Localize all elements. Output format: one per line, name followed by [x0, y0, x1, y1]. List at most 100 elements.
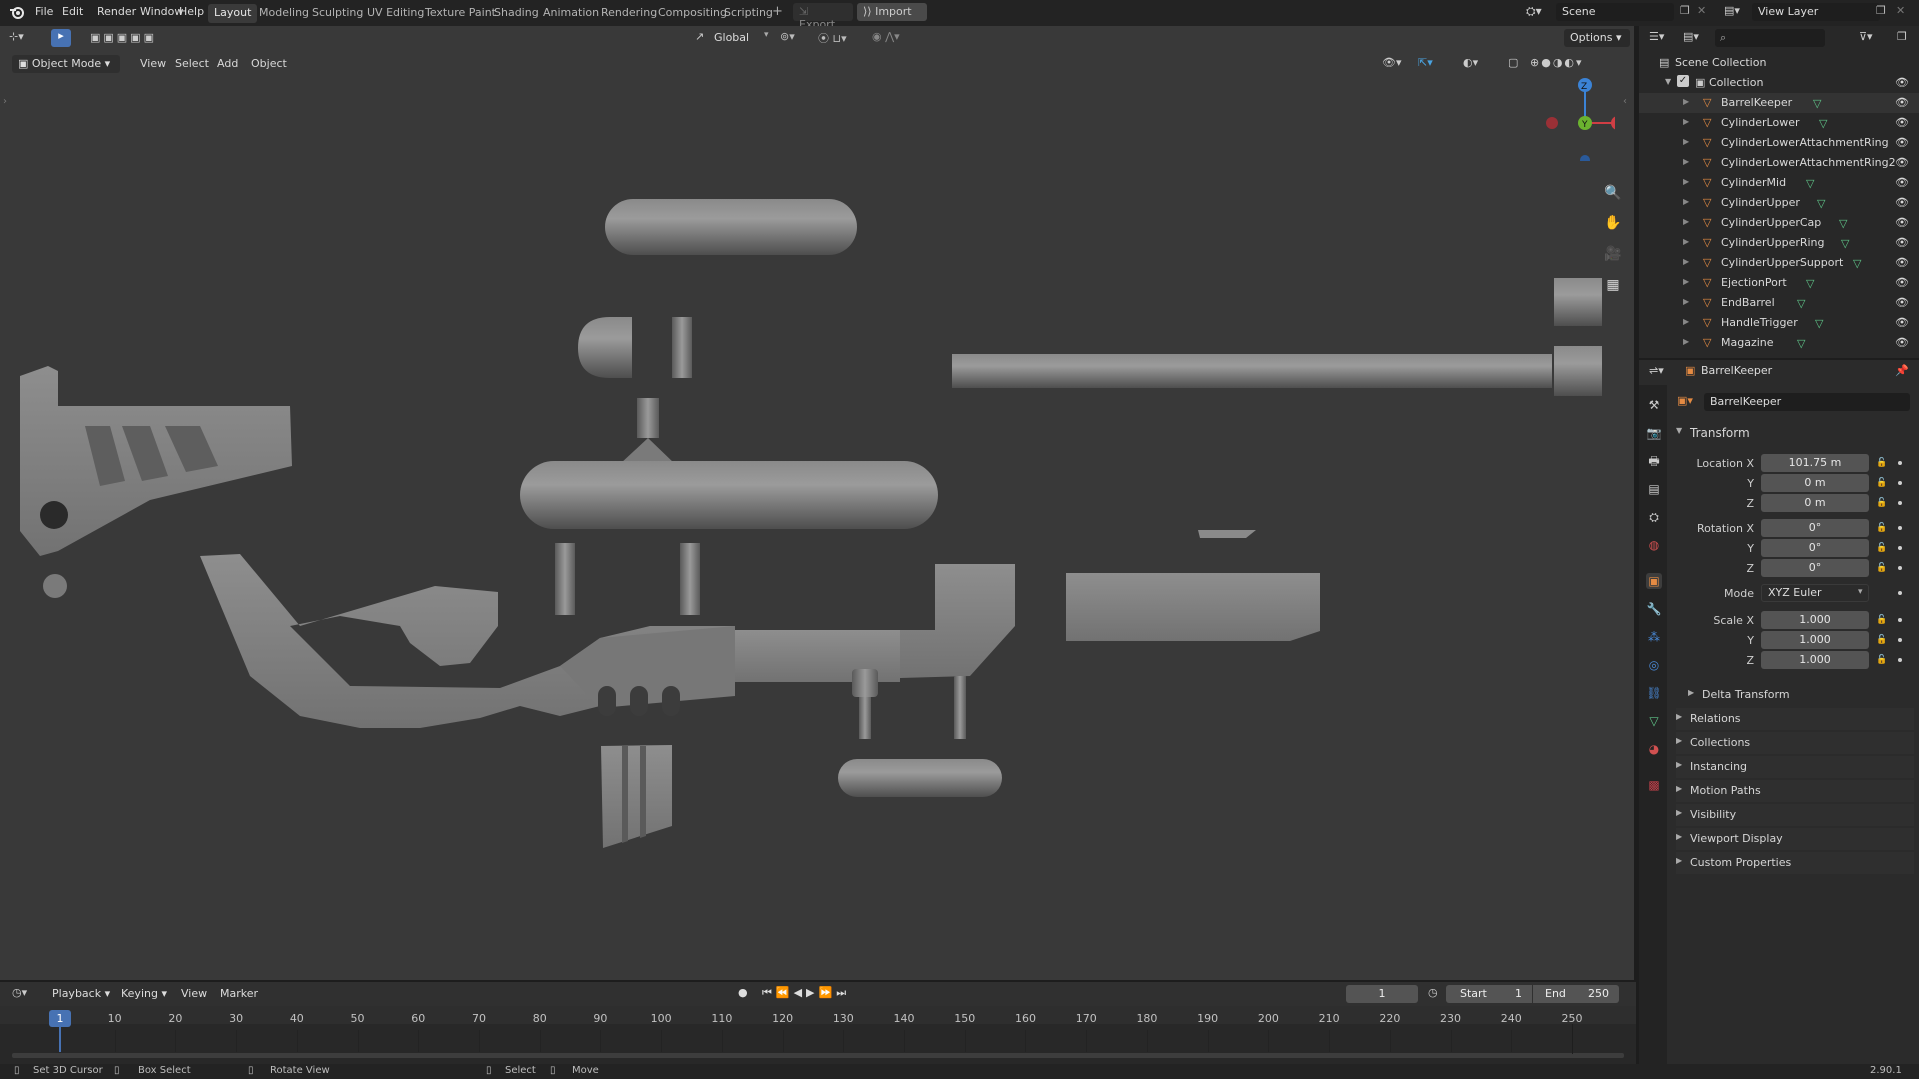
proportional-edit-icon[interactable]: ◉ ⋀▾: [872, 30, 900, 43]
end-frame-field[interactable]: End 250: [1533, 985, 1619, 1003]
mode-dropdown[interactable]: ▣ Object Mode ▾: [12, 55, 120, 73]
data-tab-icon[interactable]: ▽: [1646, 713, 1662, 729]
keyframe-dot-icon[interactable]: [1898, 546, 1902, 550]
clock-icon[interactable]: ◷: [1428, 986, 1438, 999]
outliner-item[interactable]: ▶ ▽ CylinderMid ▽ 👁: [1639, 173, 1919, 193]
eye-icon[interactable]: 👁: [1895, 296, 1909, 309]
new-scene-icon[interactable]: ❐: [1680, 4, 1690, 17]
keyframe-dot-icon[interactable]: [1898, 591, 1902, 595]
timeline-menu-keying[interactable]: Keying ▾: [121, 987, 167, 1000]
mesh-data-icon[interactable]: ▽: [1806, 277, 1814, 290]
outliner-item[interactable]: ▶ ▽ EndBarrel ▽ 👁: [1639, 293, 1919, 313]
world-tab-icon[interactable]: ◍: [1646, 537, 1662, 553]
viewport-menu-select[interactable]: Select: [169, 55, 215, 73]
keyframe-dot-icon[interactable]: [1898, 638, 1902, 642]
outliner-item[interactable]: ▶ ▽ CylinderLowerAttachmentRing 👁: [1639, 133, 1919, 153]
keyframe-dot-icon[interactable]: [1898, 526, 1902, 530]
rotation-z-field[interactable]: 0°: [1761, 559, 1869, 577]
expand-icon[interactable]: ▶: [1683, 97, 1689, 106]
lock-icon[interactable]: 🔓: [1876, 478, 1887, 488]
transform-panel-header[interactable]: ▼ Transform: [1676, 422, 1914, 444]
eye-icon[interactable]: 👁: [1895, 136, 1909, 149]
mesh-data-icon[interactable]: ▽: [1797, 337, 1805, 350]
mesh-data-icon[interactable]: ▽: [1815, 317, 1823, 330]
expand-icon[interactable]: ▶: [1683, 237, 1689, 246]
view-layer-tab-icon[interactable]: ▤: [1646, 481, 1662, 497]
scale-x-field[interactable]: 1.000: [1761, 611, 1869, 629]
rotation-y-field[interactable]: 0°: [1761, 539, 1869, 557]
mesh-data-icon[interactable]: ▽: [1797, 297, 1805, 310]
viewport-display-panel[interactable]: ▶ Viewport Display: [1676, 828, 1914, 850]
object-name-field[interactable]: BarrelKeeper: [1704, 393, 1910, 411]
import-button[interactable]: ⟩⟩ Import: [857, 3, 927, 21]
constraints-tab-icon[interactable]: ⛓: [1646, 685, 1662, 701]
menu-help[interactable]: Help: [179, 5, 204, 18]
mesh-data-icon[interactable]: ▽: [1841, 237, 1849, 250]
lock-icon[interactable]: 🔓: [1876, 523, 1887, 533]
expand-icon[interactable]: ▶: [1683, 317, 1689, 326]
navigation-gizmo[interactable]: Z Y X: [1535, 71, 1615, 161]
pin-icon[interactable]: 📌: [1895, 364, 1909, 377]
outliner-item[interactable]: ▶ ▽ CylinderLowerAttachmentRing2 👁: [1639, 153, 1919, 173]
particles-tab-icon[interactable]: ⁂: [1646, 629, 1662, 645]
lock-icon[interactable]: 🔓: [1876, 498, 1887, 508]
editor-type-icon[interactable]: ⊹▾: [9, 30, 24, 43]
keyframe-dot-icon[interactable]: [1898, 618, 1902, 622]
camera-icon[interactable]: 🎥: [1601, 242, 1625, 266]
scale-y-field[interactable]: 1.000: [1761, 631, 1869, 649]
menu-render[interactable]: Render: [97, 5, 136, 18]
modifier-tab-icon[interactable]: 🔧: [1646, 601, 1662, 617]
outliner-item[interactable]: ▶ ▽ CylinderUpperRing ▽ 👁: [1639, 233, 1919, 253]
eye-icon[interactable]: 👁: [1895, 196, 1909, 209]
playback-controls-icons[interactable]: ⏮⏪◀▶⏩⏭: [762, 986, 850, 1000]
outliner-item[interactable]: ▶ ▽ EjectionPort ▽ 👁: [1639, 273, 1919, 293]
mesh-data-icon[interactable]: ▽: [1813, 97, 1821, 110]
outliner-item[interactable]: ▶ ▽ BarrelKeeper ▽ 👁: [1639, 93, 1919, 113]
tab-sculpting[interactable]: Sculpting: [306, 4, 369, 23]
lock-icon[interactable]: 🔓: [1876, 635, 1887, 645]
new-view-layer-icon[interactable]: ❐: [1876, 4, 1886, 17]
eye-icon[interactable]: 👁: [1895, 336, 1909, 349]
outliner-search-input[interactable]: ⌕: [1715, 29, 1825, 47]
remove-view-layer-icon[interactable]: ✕: [1896, 4, 1905, 17]
eye-icon[interactable]: 👁: [1895, 96, 1909, 109]
eye-icon[interactable]: 👁: [1895, 76, 1909, 89]
outliner-item[interactable]: ▶ ▽ CylinderLower ▽ 👁: [1639, 113, 1919, 133]
view-layer-selector[interactable]: View Layer: [1752, 3, 1880, 21]
selection-mode-icons[interactable]: ▣▣▣▣▣: [90, 31, 157, 44]
pivot-icon[interactable]: ⊚▾: [780, 30, 795, 43]
filter-icon[interactable]: ⊽▾: [1859, 30, 1873, 43]
scene-selector[interactable]: Scene: [1556, 3, 1674, 21]
snap-icon[interactable]: ⦿ ⊔▾: [818, 30, 847, 46]
mesh-data-icon[interactable]: ▽: [1839, 217, 1847, 230]
eye-icon[interactable]: 👁: [1895, 176, 1909, 189]
select-tool-icon[interactable]: ▸: [51, 29, 71, 47]
expand-icon[interactable]: ▶: [1683, 297, 1689, 306]
location-x-field[interactable]: 101.75 m: [1761, 454, 1869, 472]
mesh-data-icon[interactable]: ▽: [1806, 177, 1814, 190]
lock-icon[interactable]: 🔓: [1876, 543, 1887, 553]
lock-icon[interactable]: 🔓: [1876, 655, 1887, 665]
object-datablock-icon[interactable]: ▣▾: [1677, 394, 1693, 407]
eye-icon[interactable]: 👁: [1895, 236, 1909, 249]
instancing-panel[interactable]: ▶ Instancing: [1676, 756, 1914, 778]
shading-mode-icons[interactable]: ⊕●◑◐▾: [1530, 56, 1584, 69]
xray-icon[interactable]: ▢: [1508, 56, 1518, 69]
eye-icon[interactable]: 👁: [1895, 316, 1909, 329]
object-tab-icon[interactable]: ▣: [1646, 573, 1662, 589]
eye-icon[interactable]: 👁: [1895, 156, 1909, 169]
mesh-data-icon[interactable]: ▽: [1817, 197, 1825, 210]
scene-icon[interactable]: ⛭▾: [1526, 4, 1542, 19]
location-y-field[interactable]: 0 m: [1761, 474, 1869, 492]
lock-icon[interactable]: 🔓: [1876, 615, 1887, 625]
outliner-item[interactable]: ▶ ▽ CylinderUpper ▽ 👁: [1639, 193, 1919, 213]
pan-hand-icon[interactable]: ✋: [1601, 211, 1625, 235]
new-collection-icon[interactable]: ❐: [1897, 30, 1907, 43]
keyframe-dot-icon[interactable]: [1898, 481, 1902, 485]
grid-toggle-icon[interactable]: ▦: [1601, 273, 1625, 297]
start-frame-field[interactable]: Start 1: [1446, 985, 1532, 1003]
tool-tab-icon[interactable]: ⚒: [1646, 397, 1662, 413]
toolbar-toggle-icon[interactable]: ›: [3, 96, 7, 107]
delta-transform-panel[interactable]: ▶ Delta Transform: [1688, 684, 1919, 706]
expand-icon[interactable]: ▶: [1683, 137, 1689, 146]
